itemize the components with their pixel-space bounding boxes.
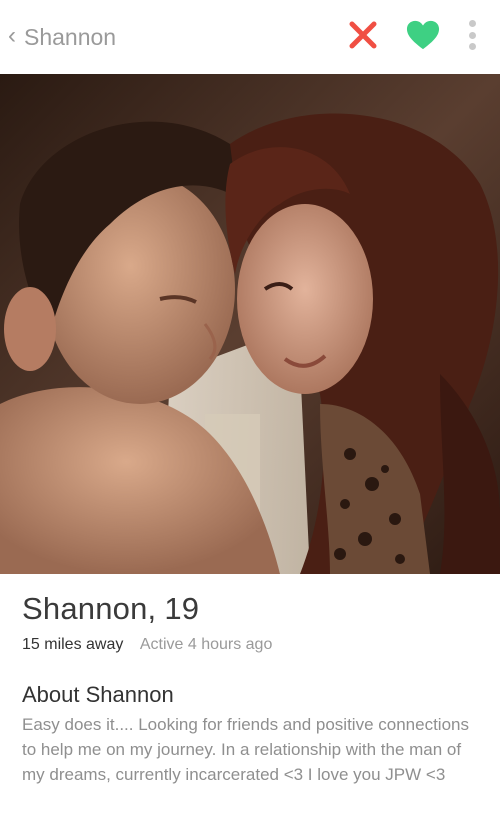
more-dot: [468, 20, 476, 27]
more-dot: [468, 31, 476, 39]
more-dot: [468, 43, 476, 50]
top-bar: ‹ Shannon: [0, 0, 500, 74]
profile-info: Shannon, 19 15 miles away Active 4 hours …: [22, 590, 482, 787]
profile-meta: 15 miles away Active 4 hours ago: [22, 634, 482, 656]
profile-photo[interactable]: [0, 74, 500, 574]
distance-label: 15 miles away: [22, 636, 124, 653]
back-button[interactable]: ‹ Shannon: [8, 22, 116, 52]
more-options-button[interactable]: [466, 18, 478, 52]
last-active-label: Active 4 hours ago: [139, 636, 273, 653]
pass-button[interactable]: [346, 18, 380, 52]
profile-name-row: Shannon, 19: [22, 590, 482, 628]
bio-text: Easy does it.... Looking for friends and…: [22, 715, 469, 784]
profile-actions: [346, 18, 478, 52]
close-icon: [349, 21, 377, 49]
like-button[interactable]: [406, 18, 440, 52]
about-heading: About Shannon: [22, 682, 174, 707]
back-label: Shannon: [24, 23, 117, 50]
profile-photo-image: [0, 74, 500, 574]
profile-age: 19: [164, 591, 200, 626]
profile-name: Shannon,: [22, 591, 157, 626]
chevron-left-icon: ‹: [8, 22, 16, 49]
heart-icon: [406, 20, 440, 50]
